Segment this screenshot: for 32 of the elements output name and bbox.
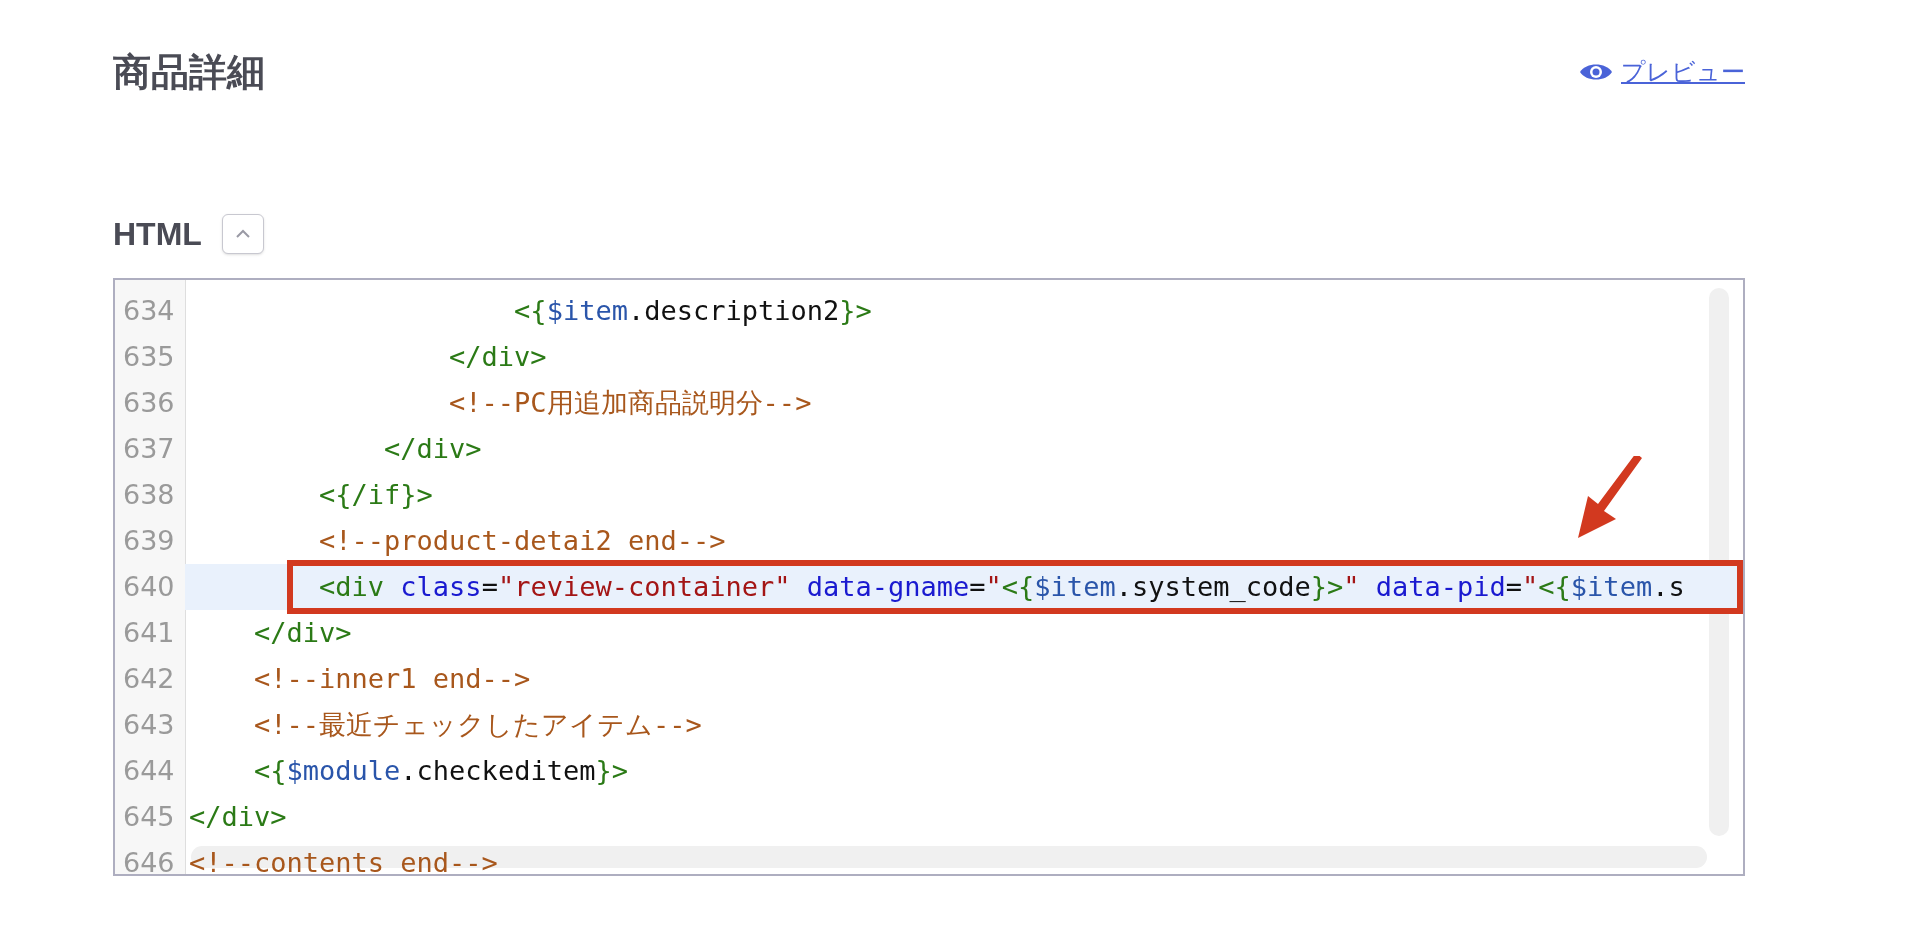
code-line: <!--最近チェックしたアイテム--> [253,707,702,742]
line-number: 644 [122,753,176,788]
line-number: 646 [122,845,176,874]
chevron-up-icon [234,229,251,239]
code-line: </div> [383,431,482,466]
line-number: 641 [122,615,176,650]
code-line: <!--contents end--> [189,845,498,874]
code-line: <!--product-detai2 end--> [318,523,726,558]
code-editor[interactable] [113,278,1745,876]
line-number: 639 [122,523,176,558]
line-number: 642 [122,661,176,696]
vertical-scrollbar[interactable] [1709,288,1729,836]
line-number: 643 [122,707,176,742]
code-line: <!--inner1 end--> [253,661,531,696]
line-number: 634 [122,293,176,328]
page-title: 商品詳細 [113,48,265,96]
code-line: <!--PC用追加商品説明分--> [448,385,812,420]
preview-link[interactable]: プレビュー [1579,54,1745,90]
code-line: </div> [189,799,287,834]
code-line: <{/if}> [318,477,433,512]
line-number: 637 [122,431,176,466]
code-line: <{$module.checkeditem}> [253,753,628,788]
line-number: 638 [122,477,176,512]
line-number: 636 [122,385,176,420]
code-line: </div> [448,339,547,374]
line-number: 640 [122,569,176,604]
line-number: 635 [122,339,176,374]
code-line: <div class="review-container" data-gname="<{$item.system_code}>" data-pid="<{$item.s [318,569,1685,604]
code-line: </div> [253,615,352,650]
code-line: <{$item.description2}> [513,293,872,328]
section-label: HTML [113,215,202,254]
line-number: 645 [122,799,176,834]
